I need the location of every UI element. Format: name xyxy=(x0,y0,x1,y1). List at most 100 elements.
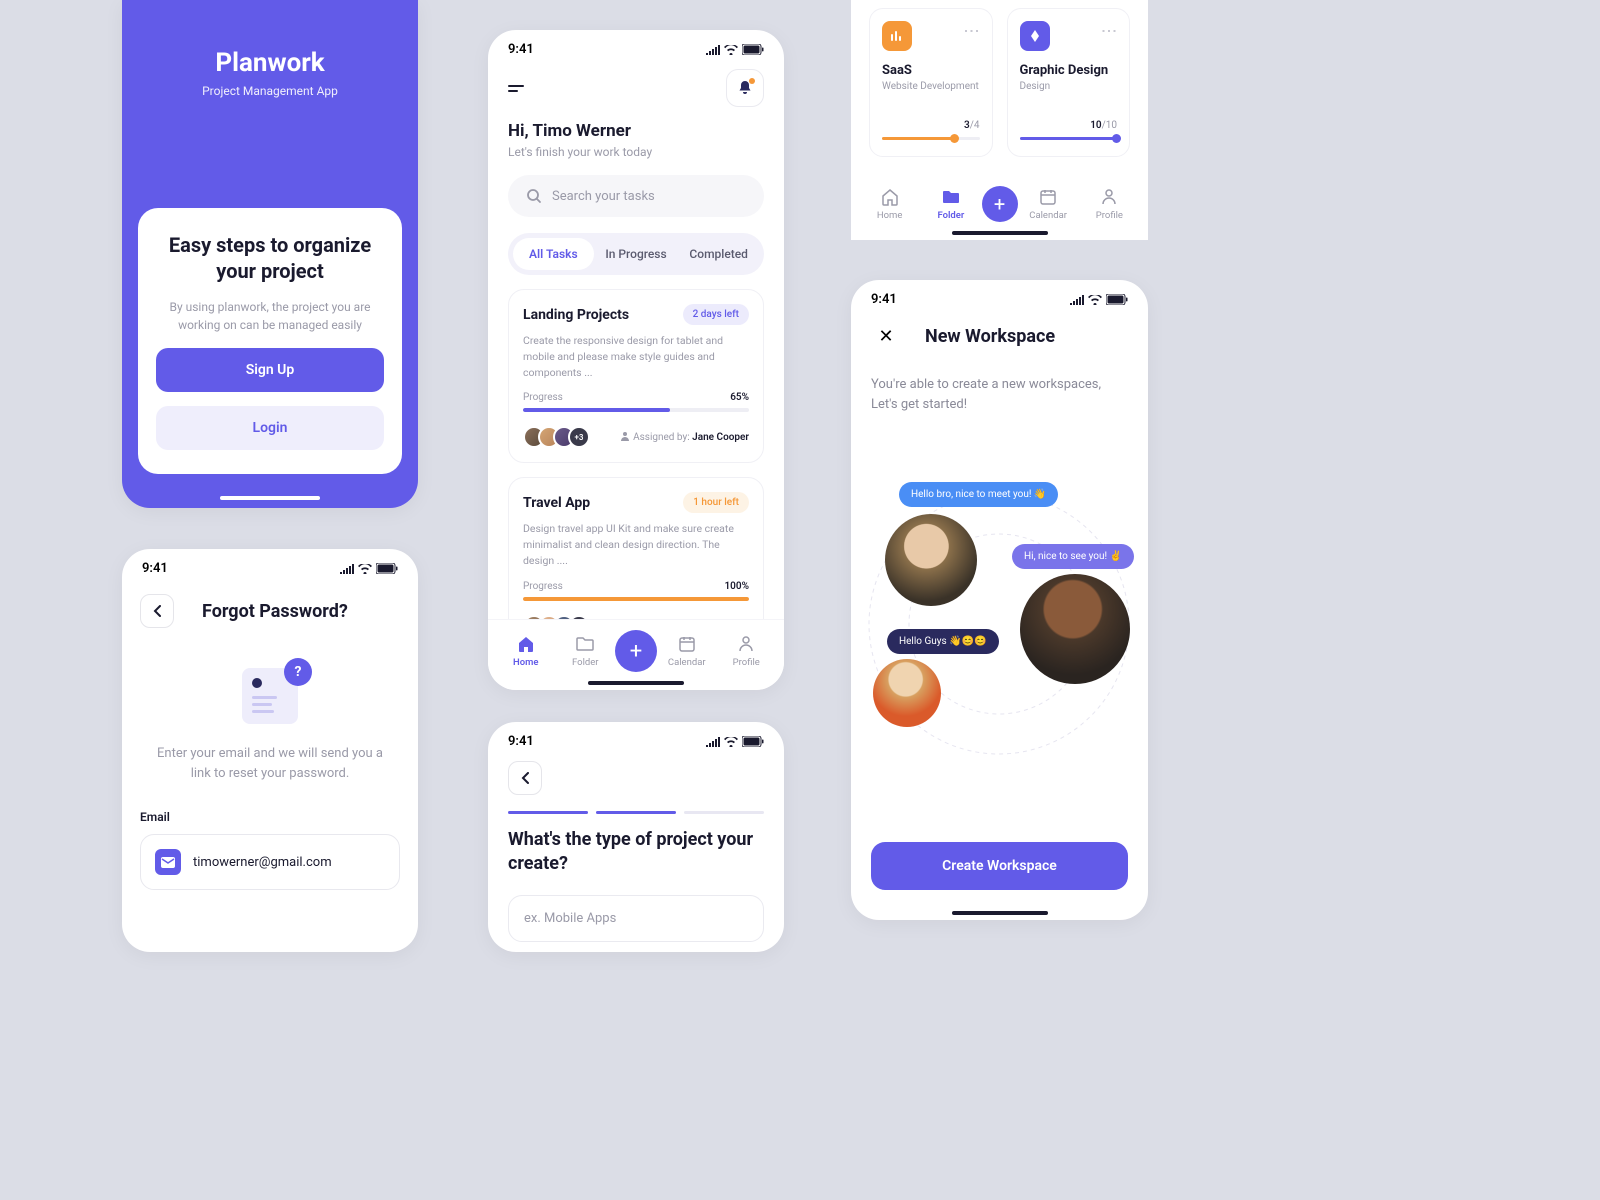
chat-bubble: Hello Guys 👋😊😊 xyxy=(887,629,999,654)
card-progress xyxy=(1020,137,1118,140)
card-title: SaaS xyxy=(882,63,980,78)
bottom-nav: Home Folder + Calendar Profile xyxy=(488,619,784,690)
deadline-badge: 2 days left xyxy=(683,304,749,325)
email-field[interactable]: timowerner@gmail.com xyxy=(140,834,400,890)
status-time: 9:41 xyxy=(871,292,897,307)
nav-calendar[interactable]: Calendar xyxy=(657,635,717,668)
question-badge-icon: ? xyxy=(284,658,312,686)
tab-in-progress[interactable]: In Progress xyxy=(596,238,677,270)
home-topbar xyxy=(488,65,784,121)
progress-bar xyxy=(523,597,749,601)
status-icons xyxy=(705,736,764,747)
bell-icon[interactable] xyxy=(726,69,764,107)
forgot-password-screen: 9:41 Forgot Password? ? Enter your email… xyxy=(122,549,418,952)
avatar xyxy=(873,659,941,727)
avatar xyxy=(1020,574,1130,684)
progress-label: Progress xyxy=(523,581,563,592)
menu-icon[interactable] xyxy=(508,85,524,92)
status-bar: 9:41 xyxy=(122,549,418,584)
onboard-card: Easy steps to organize your project By u… xyxy=(138,208,402,474)
onboard-title: Easy steps to organize your project xyxy=(156,232,384,284)
folder-panel: ⋮ SaaS Website Development 3/4 ⋮ Graphic… xyxy=(851,0,1148,240)
card-subtitle: Design xyxy=(1020,81,1118,92)
more-icon[interactable]: ⋮ xyxy=(1100,23,1119,38)
greeting: Hi, Timo Werner Let's finish your work t… xyxy=(488,121,784,159)
close-button[interactable]: ✕ xyxy=(871,321,901,351)
back-button[interactable] xyxy=(140,594,174,628)
workspace-title: New Workspace xyxy=(925,326,1055,347)
create-workspace-button[interactable]: Create Workspace xyxy=(871,842,1128,890)
project-type-placeholder: ex. Mobile Apps xyxy=(524,911,616,926)
wizard-question: What's the type of project your create? xyxy=(488,814,784,877)
forgot-title: Forgot Password? xyxy=(202,601,348,622)
card-count: 10/10 xyxy=(1020,120,1118,131)
workspace-header: ✕ New Workspace xyxy=(851,315,1148,357)
chat-bubble: Hello bro, nice to meet you! 👋 xyxy=(899,482,1058,507)
home-indicator xyxy=(952,911,1048,915)
status-time: 9:41 xyxy=(142,561,168,576)
status-time: 9:41 xyxy=(508,734,534,749)
progress-pct: 65% xyxy=(730,392,749,403)
project-type-input[interactable]: ex. Mobile Apps xyxy=(508,895,764,942)
avatars: +3 xyxy=(523,426,590,448)
tab-all-tasks[interactable]: All Tasks xyxy=(513,238,594,270)
nav-folder[interactable]: Folder xyxy=(556,635,616,668)
fab-add-button[interactable]: + xyxy=(982,186,1018,222)
workspace-screen: 9:41 ✕ New Workspace You're able to crea… xyxy=(851,280,1148,920)
back-button[interactable] xyxy=(508,761,542,795)
onboarding-screen: Planwork Project Management App Easy ste… xyxy=(122,0,418,508)
workspace-illustration: Hello bro, nice to meet you! 👋 Hi, nice … xyxy=(851,434,1148,774)
search-input[interactable]: Search your tasks xyxy=(508,175,764,217)
calendar-icon xyxy=(678,635,696,653)
status-icons xyxy=(1069,294,1128,305)
nav-profile[interactable]: Profile xyxy=(1079,188,1140,221)
calendar-icon xyxy=(1039,188,1057,206)
status-icons xyxy=(705,44,764,55)
card-subtitle: Website Development xyxy=(882,81,980,92)
card-count: 3/4 xyxy=(882,120,980,131)
home-screen: 9:41 Hi, Timo Werner Let's finish your w… xyxy=(488,30,784,690)
progress-pct: 100% xyxy=(724,581,749,592)
more-icon[interactable]: ⋮ xyxy=(963,23,982,38)
nav-home[interactable]: Home xyxy=(859,188,920,221)
avatar xyxy=(885,514,977,606)
forgot-helper: Enter your email and we will send you a … xyxy=(122,744,418,784)
deadline-badge: 1 hour left xyxy=(683,492,749,513)
home-icon xyxy=(517,635,535,653)
profile-icon xyxy=(1100,188,1118,206)
nav-home[interactable]: Home xyxy=(496,635,556,668)
card-progress xyxy=(882,137,980,140)
task-title: Landing Projects xyxy=(523,307,629,323)
profile-icon xyxy=(737,635,755,653)
fab-add-button[interactable]: + xyxy=(615,630,657,672)
nav-calendar[interactable]: Calendar xyxy=(1018,188,1079,221)
brand-name: Planwork xyxy=(122,48,418,78)
pen-icon xyxy=(1020,21,1050,51)
home-indicator xyxy=(588,681,684,685)
card-title: Graphic Design xyxy=(1020,63,1118,78)
nav-profile[interactable]: Profile xyxy=(717,635,777,668)
project-card-saas[interactable]: ⋮ SaaS Website Development 3/4 xyxy=(869,8,993,157)
workspace-sub: You're able to create a new workspaces, … xyxy=(851,357,1148,414)
assigned-by: Assigned by: Jane Cooper xyxy=(620,431,749,443)
tab-bar: All Tasks In Progress Completed xyxy=(508,233,764,275)
status-icons xyxy=(339,563,398,574)
task-card[interactable]: Landing Projects 2 days left Create the … xyxy=(508,289,764,463)
signup-button[interactable]: Sign Up xyxy=(156,348,384,392)
project-card-graphic[interactable]: ⋮ Graphic Design Design 10/10 xyxy=(1007,8,1131,157)
email-value: timowerner@gmail.com xyxy=(193,855,332,870)
greeting-title: Hi, Timo Werner xyxy=(508,121,764,141)
greeting-sub: Let's finish your work today xyxy=(508,145,764,159)
status-bar: 9:41 xyxy=(488,722,784,757)
login-button[interactable]: Login xyxy=(156,406,384,450)
task-desc: Design travel app UI Kit and make sure c… xyxy=(523,521,749,568)
status-bar: 9:41 xyxy=(488,30,784,65)
folder-icon xyxy=(576,635,594,653)
chart-icon xyxy=(882,21,912,51)
forgot-header: Forgot Password? xyxy=(122,584,418,638)
onboard-desc: By using planwork, the project you are w… xyxy=(156,298,384,334)
nav-folder[interactable]: Folder xyxy=(920,188,981,221)
home-icon xyxy=(881,188,899,206)
tab-completed[interactable]: Completed xyxy=(678,238,759,270)
forgot-illustration: ? xyxy=(122,668,418,724)
